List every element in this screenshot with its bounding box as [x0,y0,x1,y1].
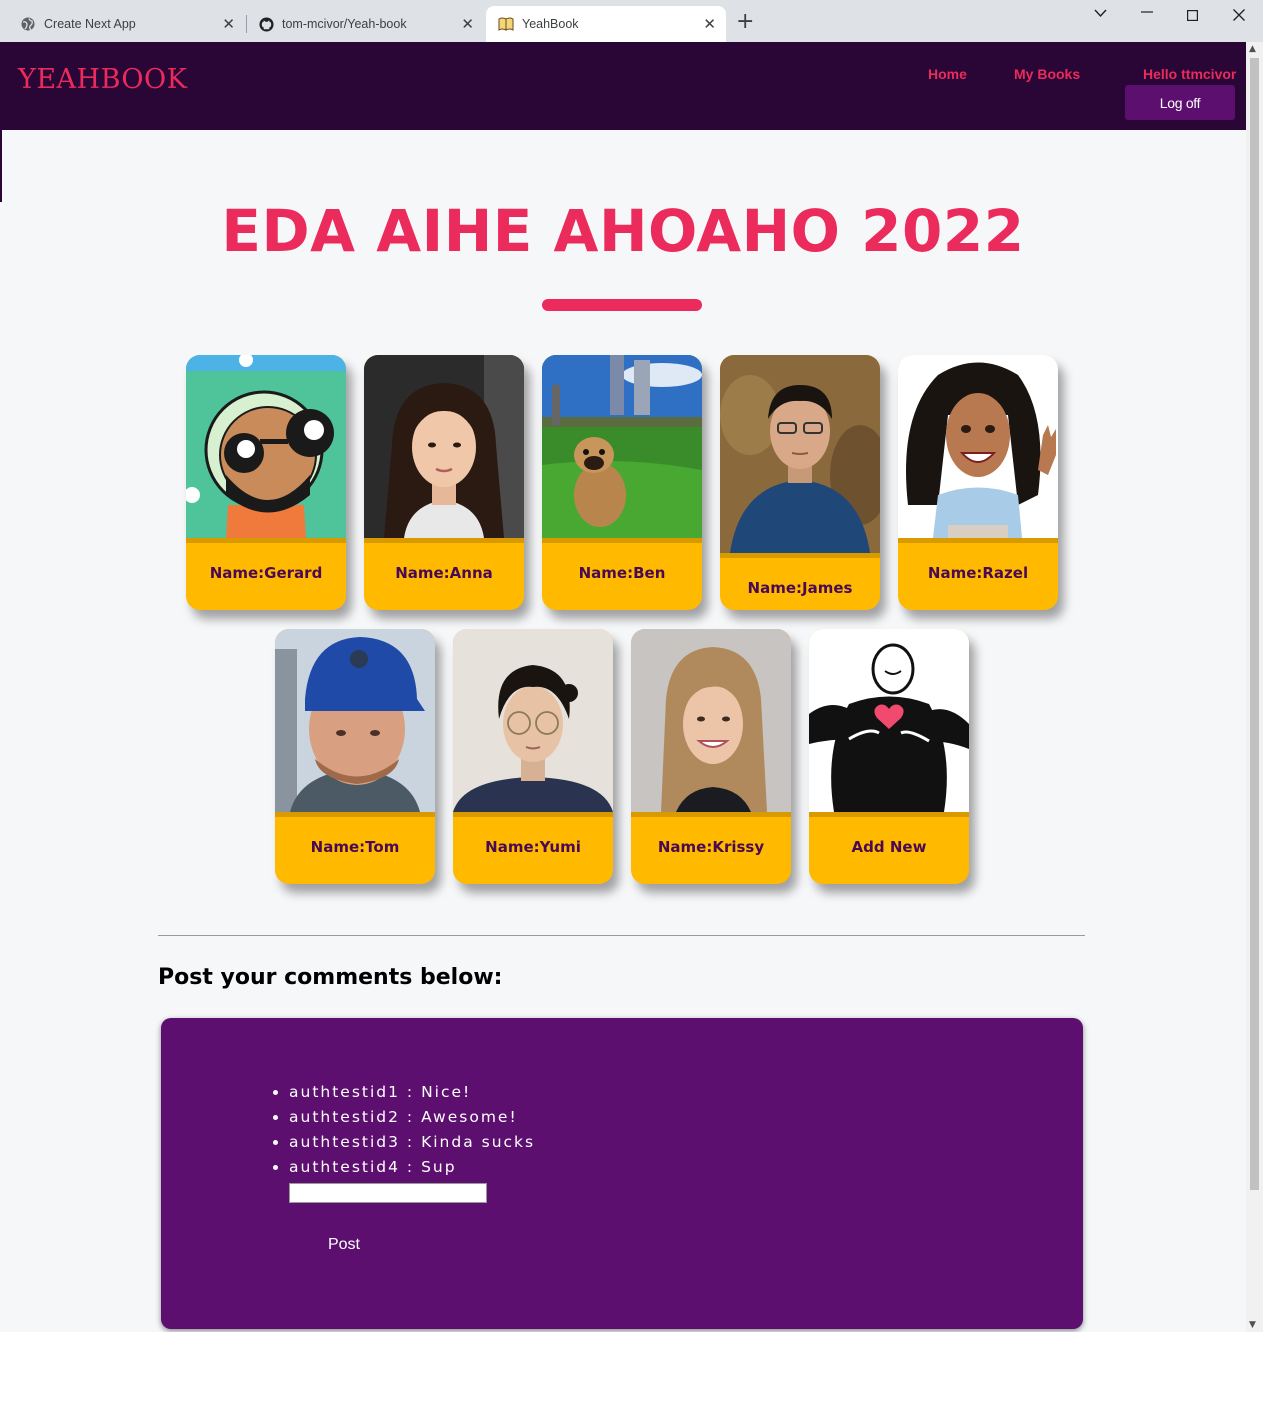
log-off-button[interactable]: Log off [1125,85,1235,120]
card-strip [720,553,880,558]
member-name: Name:Anna [395,564,493,582]
scrollbar-thumb[interactable] [1250,58,1259,1190]
member-name: Name:Gerard [209,564,323,582]
anna-photo [364,355,524,538]
scroll-down-arrow-icon[interactable]: ▼ [1249,1320,1256,1330]
tab-separator [246,15,247,33]
member-name: Name:Ben [578,564,666,582]
new-tab-button[interactable]: + [736,10,754,34]
krissy-photo [631,629,791,812]
nav-my-books-link[interactable]: My Books [1014,66,1080,82]
top-navbar: YEAHBOOK Home My Books Hello ttmcivor Lo… [0,42,1246,130]
card-strip [631,812,791,817]
member-name: Name:Razel [927,564,1029,582]
member-card-yumi[interactable]: Name:Yumi [453,629,613,884]
browser-tab-github[interactable]: tom-mcivor/Yeah-book ✕ [248,6,484,42]
add-new-card[interactable]: Add New [809,629,969,884]
tom-photo [275,629,435,812]
yumi-photo [453,629,613,812]
heart-illustration-icon [809,629,969,812]
comments-heading: Post your comments below: [158,965,503,990]
james-photo [720,355,880,553]
close-tab-icon[interactable]: ✕ [461,15,474,33]
close-tab-icon[interactable]: ✕ [703,15,716,33]
comments-list: authtestid1 : Nice! authtestid2 : Awesom… [271,1080,535,1180]
member-card-ben[interactable]: Name:Ben [542,355,702,610]
comment-item: authtestid4 : Sup [289,1155,535,1180]
add-new-label: Add New [851,838,927,856]
card-strip [275,812,435,817]
ben-dog-photo [542,355,702,538]
member-name: Name:Yumi [485,838,581,856]
card-strip [542,538,702,543]
github-icon [258,16,274,32]
book-icon [498,16,514,32]
vertical-scrollbar[interactable]: ▲ ▼ [1246,42,1263,1332]
card-strip [364,538,524,543]
user-greeting: Hello ttmcivor [1143,66,1237,82]
comment-input[interactable] [289,1183,487,1203]
member-card-james[interactable]: Name:James [720,355,880,610]
razel-avatar-photo [898,355,1058,538]
browser-tab-yeahbook[interactable]: YeahBook ✕ [486,6,726,42]
nav-edge-divider [0,130,2,202]
title-underline [542,299,702,311]
member-card-gerard[interactable]: Name:Gerard [186,355,346,610]
nav-home-link[interactable]: Home [928,66,967,82]
member-card-razel[interactable]: Name:Razel [898,355,1058,610]
tab-title: Create Next App [44,17,136,31]
close-tab-icon[interactable]: ✕ [222,15,235,33]
scroll-up-arrow-icon[interactable]: ▲ [1249,44,1256,54]
card-strip [809,812,969,817]
browser-tab-bar: Create Next App ✕ tom-mcivor/Yeah-book ✕… [0,0,1263,42]
section-divider [158,935,1085,936]
member-card-tom[interactable]: Name:Tom [275,629,435,884]
member-card-krissy[interactable]: Name:Krissy [631,629,791,884]
member-name: Name:James [747,579,853,597]
card-strip [898,538,1058,543]
card-strip [453,812,613,817]
card-strip [186,538,346,543]
yeahbook-logo[interactable]: YEAHBOOK [18,64,187,95]
tab-title: tom-mcivor/Yeah-book [282,17,407,31]
page-title: EDA AIHE AHOAHO 2022 [221,197,1025,265]
close-window-icon[interactable] [1233,7,1245,25]
comment-item: authtestid1 : Nice! [289,1080,535,1105]
browser-tab-create-next-app[interactable]: Create Next App ✕ [0,6,245,42]
tab-search-chevron-icon[interactable] [1094,4,1107,22]
maximize-icon[interactable] [1187,7,1199,25]
post-comment-button[interactable]: Post [289,1228,399,1262]
comment-item: authtestid2 : Awesome! [289,1105,535,1130]
member-name: Name:Tom [310,838,400,856]
tab-title: YeahBook [522,17,579,31]
gerard-avatar-photo [186,355,346,538]
member-card-anna[interactable]: Name:Anna [364,355,524,610]
globe-icon [20,16,36,32]
comments-panel: authtestid1 : Nice! authtestid2 : Awesom… [161,1018,1083,1329]
comment-item: authtestid3 : Kinda sucks [289,1130,535,1155]
page-viewport: YEAHBOOK Home My Books Hello ttmcivor Lo… [0,42,1246,1332]
minimize-icon[interactable] [1141,2,1153,20]
member-name: Name:Krissy [657,838,765,856]
